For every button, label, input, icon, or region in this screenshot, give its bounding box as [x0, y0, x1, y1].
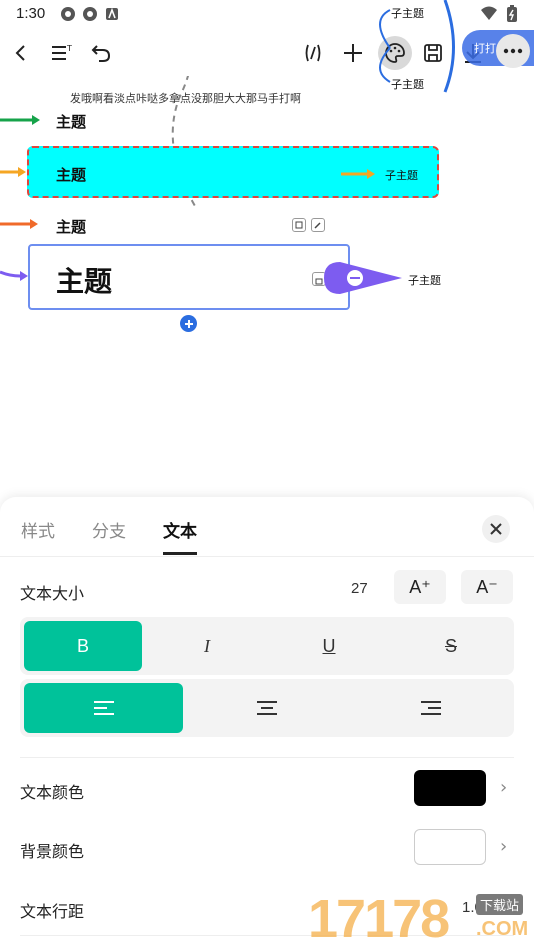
line-spacing-label: 文本行距: [20, 904, 85, 921]
align-left-icon: [93, 701, 114, 715]
italic-button[interactable]: I: [148, 621, 266, 671]
tab-branch[interactable]: 分支: [92, 517, 126, 542]
watermark-domain: .COM: [476, 918, 529, 940]
formula-button[interactable]: [298, 38, 328, 68]
text-color-swatch[interactable]: [414, 770, 486, 806]
notification-icon: [60, 6, 76, 22]
text-size-value: 27: [351, 580, 368, 597]
app-notification-icon: [104, 6, 120, 22]
more-icon: [503, 48, 523, 54]
note-text[interactable]: 发哦啊看淡点咔哒多拿点没那胆大大那马手打啊: [70, 90, 301, 106]
bracket-icon: [305, 44, 321, 62]
topic-node-1[interactable]: 主题: [56, 111, 86, 132]
share-pill-label: 打打: [474, 43, 496, 55]
chevron-right-icon[interactable]: ›: [500, 836, 507, 857]
mindmap-canvas[interactable]: 发哦啊看淡点咔哒多拿点没那胆大大那马手打啊 主题 主题 子主题 主题 主题 子主…: [0, 76, 534, 496]
collapse-branch[interactable]: [324, 262, 404, 294]
align-center-icon: [256, 701, 277, 715]
decrease-size-button[interactable]: A⁻: [461, 570, 513, 604]
undo-icon: [91, 45, 111, 62]
subtopic-arrow: [341, 169, 375, 179]
strikethrough-button[interactable]: S: [392, 621, 510, 671]
tab-style[interactable]: 样式: [21, 517, 55, 542]
status-time: 1:30: [16, 5, 46, 22]
wifi-icon: [480, 5, 498, 27]
pencil-icon: [314, 222, 321, 229]
notification-icon: [82, 6, 98, 22]
chevron-right-icon[interactable]: ›: [500, 777, 507, 798]
plus-icon: [184, 319, 193, 328]
divider: [20, 757, 514, 758]
underline-button[interactable]: U: [270, 621, 388, 671]
watermark-number: 17178: [308, 889, 450, 949]
undo-button[interactable]: [86, 38, 116, 68]
watermark: 17178 下载站 .COM: [308, 888, 534, 950]
outline-icon: T: [52, 44, 72, 60]
edit-badge[interactable]: [311, 218, 325, 232]
bold-button[interactable]: B: [24, 621, 142, 671]
note-badge[interactable]: [292, 218, 306, 232]
close-icon: [490, 523, 502, 535]
tab-text[interactable]: 文本: [163, 517, 197, 542]
text-size-label: 文本大小: [20, 586, 85, 603]
close-panel-button[interactable]: [482, 515, 510, 543]
increase-size-button[interactable]: A⁺: [394, 570, 446, 604]
watermark-tag: 下载站: [476, 894, 524, 915]
tab-underline: [163, 552, 197, 555]
text-color-label: 文本颜色: [20, 785, 85, 802]
topic-node-4-box[interactable]: 主题: [28, 244, 350, 310]
align-left-button[interactable]: [24, 683, 183, 733]
topic-node-2: 主题: [56, 167, 87, 184]
topic-node-2-subtopic[interactable]: 子主题: [385, 167, 418, 183]
svg-text:T: T: [66, 44, 72, 53]
topic-node-3[interactable]: 主题: [56, 216, 86, 237]
topic-node-4: 主题: [56, 266, 113, 297]
add-child-button[interactable]: [180, 315, 197, 332]
note-icon: [295, 221, 303, 229]
panel-tabs: 样式 分支 文本: [0, 497, 534, 557]
bg-color-swatch[interactable]: [414, 829, 486, 865]
topic-node-2-box[interactable]: 主题 子主题: [27, 146, 439, 198]
bg-color-label: 背景颜色: [20, 844, 85, 861]
align-center-button[interactable]: [187, 683, 346, 733]
align-right-button[interactable]: [351, 683, 510, 733]
top-subtopic-1[interactable]: 子主题: [391, 5, 424, 21]
align-right-icon: [420, 701, 441, 715]
more-button[interactable]: [496, 34, 530, 68]
font-style-group: B I U S: [20, 617, 514, 675]
outline-button[interactable]: T: [48, 38, 78, 68]
chevron-left-icon: [15, 45, 25, 61]
text-style-panel: 样式 分支 文本 文本大小 27 A⁺ A⁻ B I U S 文本颜色 › 背景…: [0, 497, 534, 950]
battery-icon: [506, 5, 518, 27]
topic-node-4-subtopic[interactable]: 子主题: [408, 272, 441, 288]
alignment-group: [20, 679, 514, 737]
back-button[interactable]: [6, 38, 36, 68]
